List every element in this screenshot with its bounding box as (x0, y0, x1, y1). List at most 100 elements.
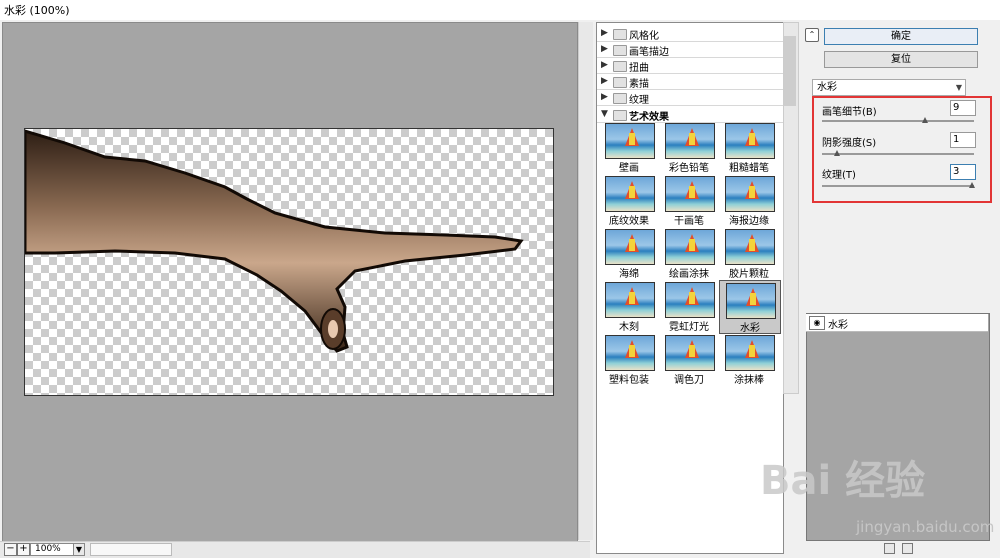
category-label: 素描 (629, 79, 649, 90)
filter-label: 底纹效果 (609, 216, 649, 227)
filter-preview-image (725, 123, 775, 159)
sailboat-stripe (629, 133, 635, 145)
watermark-logo: Bai 经验 (760, 458, 926, 504)
preview-canvas[interactable] (23, 128, 554, 396)
filter-thumbnail[interactable]: 涂抹棒 (719, 333, 779, 386)
preview-horizontal-scrollbar[interactable] (0, 541, 590, 558)
branch-image (23, 128, 524, 353)
folder-open-icon (613, 110, 627, 121)
filter-gallery: ▶ 风格化 ▶ 画笔描边 ▶ 扭曲 ▶ 素描 ▶ 纹理 ▼ 艺术效果 壁画 彩色铅… (596, 22, 784, 554)
texture-input[interactable]: 3 (950, 164, 976, 180)
effect-layers-panel (806, 313, 990, 541)
filter-label: 塑料包装 (609, 375, 649, 386)
zoom-in-button[interactable]: + (17, 543, 30, 556)
filter-label: 胶片颗粒 (729, 269, 769, 280)
expand-arrow-icon: ▶ (601, 92, 608, 102)
filter-label: 霓虹灯光 (669, 322, 709, 333)
filter-thumbnail[interactable]: 海报边缘 (719, 174, 779, 227)
filter-preview-image (725, 176, 775, 212)
filter-preview-image (605, 176, 655, 212)
filter-thumbnail[interactable]: 海绵 (599, 227, 659, 280)
filter-thumbnail[interactable]: 霓虹灯光 (659, 280, 719, 333)
expand-arrow-icon: ▶ (601, 44, 608, 54)
folder-icon (613, 45, 627, 56)
filter-label: 粗糙蜡笔 (729, 163, 769, 174)
brush-detail-slider[interactable] (822, 120, 974, 122)
watermark-url: jingyan.baidu.com (856, 518, 995, 536)
trash-icon[interactable] (902, 543, 913, 554)
filter-thumbnail[interactable]: 彩色铅笔 (659, 121, 719, 174)
texture-slider[interactable] (822, 185, 974, 187)
category-label: 纹理 (629, 95, 649, 106)
expand-arrow-icon: ▶ (601, 60, 608, 70)
sailboat-stripe (749, 345, 755, 357)
sailboat-stripe (629, 186, 635, 198)
filter-label: 绘画涂抹 (669, 269, 709, 280)
zoom-dropdown-button[interactable]: ▼ (73, 543, 85, 556)
chevron-down-icon: ▼ (955, 83, 962, 92)
shadow-intensity-slider-knob[interactable] (834, 150, 840, 156)
window-title: 水彩 (100%) (4, 4, 70, 17)
filter-thumbnail[interactable]: 干画笔 (659, 174, 719, 227)
expand-arrow-icon: ▶ (601, 76, 608, 86)
filter-thumbnail[interactable]: 胶片颗粒 (719, 227, 779, 280)
filter-preview-image (665, 123, 715, 159)
filter-thumbnail[interactable]: 塑料包装 (599, 333, 659, 386)
category-distort[interactable]: ▶ 扭曲 (597, 58, 783, 74)
category-label: 风格化 (629, 31, 659, 42)
sailboat-stripe (749, 186, 755, 198)
brush-detail-input[interactable]: 9 (950, 100, 976, 116)
filter-thumbnail[interactable]: 底纹效果 (599, 174, 659, 227)
eye-icon[interactable]: ◉ (809, 316, 825, 330)
filter-label: 涂抹棒 (734, 375, 764, 386)
filter-preview-image (665, 176, 715, 212)
gallery-scroll-thumb[interactable] (784, 36, 796, 106)
collapse-arrow-icon: ▼ (601, 109, 608, 119)
filter-thumbnail[interactable]: 壁画 (599, 121, 659, 174)
filter-thumbnail[interactable]: 木刻 (599, 280, 659, 333)
new-effect-layer-icon[interactable] (884, 543, 895, 554)
sailboat-stripe (689, 133, 695, 145)
sailboat-stripe (629, 292, 635, 304)
filter-select-value: 水彩 (817, 82, 837, 93)
sailboat-stripe (689, 239, 695, 251)
filter-thumbnail[interactable]: 水彩 (719, 280, 781, 334)
filter-preview-image (605, 123, 655, 159)
texture-slider-knob[interactable] (969, 182, 975, 188)
collapse-gallery-button[interactable]: ⌃ (805, 28, 819, 42)
sailboat-stripe (749, 133, 755, 145)
zoom-level-field[interactable]: 100% (30, 543, 78, 556)
filter-select[interactable]: 水彩 ▼ (812, 79, 966, 96)
filter-thumbnail[interactable]: 粗糙蜡笔 (719, 121, 779, 174)
filter-label: 木刻 (619, 322, 639, 333)
filter-preview-image (725, 229, 775, 265)
reset-button[interactable]: 复位 (824, 51, 978, 68)
category-label: 画笔描边 (629, 47, 669, 58)
folder-icon (613, 93, 627, 104)
sailboat-stripe (629, 345, 635, 357)
filter-preview-image (665, 282, 715, 318)
folder-icon (613, 29, 627, 40)
sailboat-stripe (689, 292, 695, 304)
horizontal-scroll-thumb[interactable] (90, 543, 172, 556)
folder-icon (613, 61, 627, 72)
category-texture[interactable]: ▶ 纹理 (597, 90, 783, 106)
zoom-out-button[interactable]: − (4, 543, 17, 556)
category-stylize[interactable]: ▶ 风格化 (597, 26, 783, 42)
shadow-intensity-input[interactable]: 1 (950, 132, 976, 148)
ok-button[interactable]: 确定 (824, 28, 978, 45)
shadow-intensity-slider[interactable] (822, 153, 974, 155)
filter-preview-image (605, 335, 655, 371)
preview-vertical-scrollbar[interactable] (578, 22, 593, 540)
filter-label: 海报边缘 (729, 216, 769, 227)
sailboat-stripe (750, 293, 756, 305)
filter-thumbnail[interactable]: 调色刀 (659, 333, 719, 386)
expand-arrow-icon: ▶ (601, 28, 608, 38)
brush-detail-slider-knob[interactable] (922, 117, 928, 123)
effect-layer-name: 水彩 (828, 320, 848, 331)
category-brush-strokes[interactable]: ▶ 画笔描边 (597, 42, 783, 58)
filter-label: 海绵 (619, 269, 639, 280)
filter-thumbnail[interactable]: 绘画涂抹 (659, 227, 719, 280)
category-sketch[interactable]: ▶ 素描 (597, 74, 783, 90)
filter-label: 干画笔 (674, 216, 704, 227)
